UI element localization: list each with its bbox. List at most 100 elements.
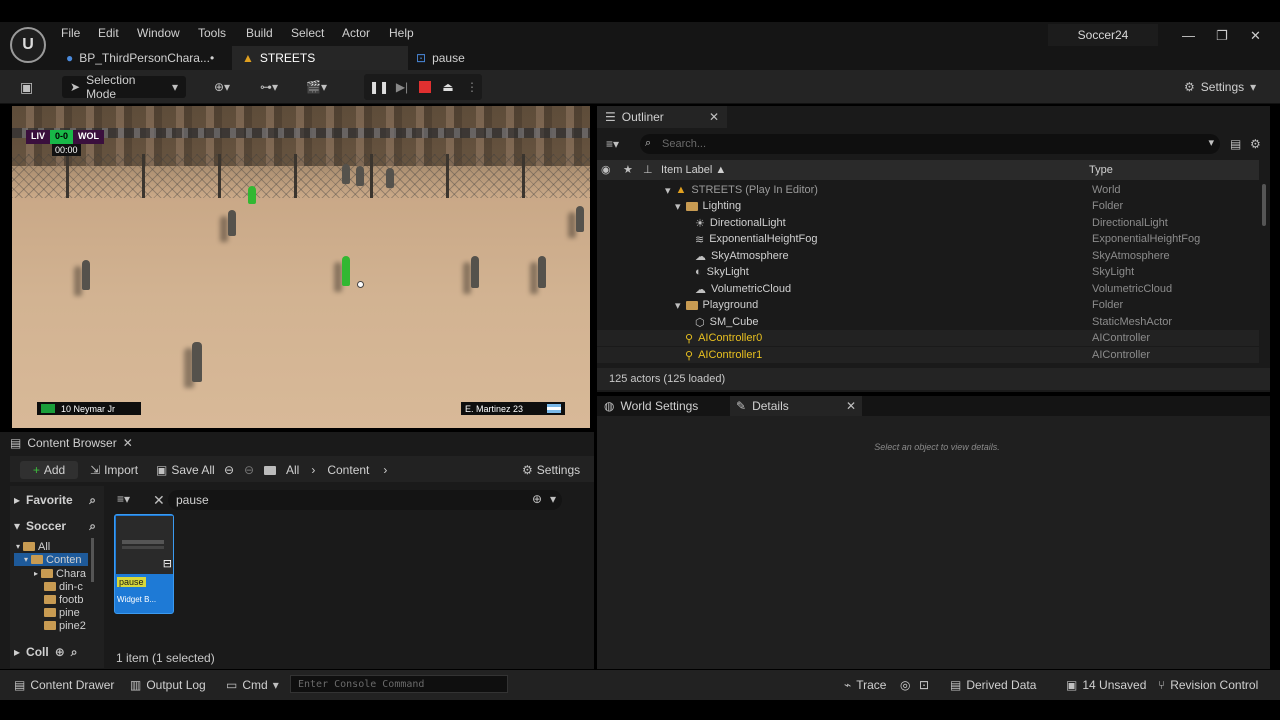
unreal-logo-icon[interactable]: U <box>10 27 46 63</box>
outliner-row[interactable]: ▾ Lighting Folder <box>597 198 1259 214</box>
menu-build[interactable]: Build <box>246 26 273 40</box>
restore-button[interactable]: ❐ <box>1216 28 1228 44</box>
tree-item-all[interactable]: ▾ All <box>16 540 88 553</box>
save-all-button[interactable]: ▣ Save All <box>156 461 215 479</box>
derived-data-button[interactable]: ▤ Derived Data <box>950 677 1036 693</box>
tree-item-folder[interactable]: din-c <box>44 580 88 593</box>
more-options-icon[interactable]: ⋮ <box>462 77 482 97</box>
menu-file[interactable]: File <box>61 26 80 40</box>
collections-header[interactable]: ▸ Coll ⊕ ⌕ <box>14 642 96 662</box>
outliner-row[interactable]: ☁ VolumetricCloud VolumetricCloud <box>597 281 1259 297</box>
settings-dropdown[interactable]: ⚙ Settings ▾ <box>1184 76 1256 98</box>
step-icon[interactable]: ▶| <box>392 77 412 97</box>
add-filter-icon[interactable]: ⊕ <box>532 492 542 506</box>
search-icon[interactable]: ⌕ <box>71 645 78 660</box>
outliner-scrollbar[interactable] <box>1262 184 1266 226</box>
tree-item-folder[interactable]: pine2 <box>44 619 88 632</box>
chevron-down-icon[interactable]: ▾ <box>1208 136 1214 149</box>
back-icon[interactable]: ⊖ <box>224 461 234 479</box>
menu-window[interactable]: Window <box>137 26 180 40</box>
outliner-row[interactable]: ⚲ AIController0 AIController <box>597 330 1259 346</box>
filter-icon[interactable]: ≡▾ <box>606 137 619 151</box>
visibility-icon[interactable]: ◉ <box>601 163 611 176</box>
tab-bp-thirdperson[interactable]: ● BP_ThirdPersonChara...• <box>56 46 224 70</box>
add-collection-icon[interactable]: ⊕ <box>55 645 65 659</box>
outliner-row[interactable]: ⚲ AIController1 AIController <box>597 347 1259 363</box>
chevron-right-icon[interactable]: › <box>383 463 387 477</box>
screenshot-icon[interactable]: ⊡ <box>919 677 929 693</box>
add-actor-button[interactable]: ⊕▾ <box>214 76 230 98</box>
outliner-row[interactable]: ▾ Playground Folder <box>597 297 1259 313</box>
menu-select[interactable]: Select <box>291 26 324 40</box>
chevron-down-icon[interactable]: ▾ <box>550 492 556 506</box>
thumbnail-bar <box>122 546 164 549</box>
tree-item-folder[interactable]: ▸ Chara <box>34 567 88 580</box>
tab-details[interactable]: ✎ Details ✕ <box>730 396 862 416</box>
outliner-row[interactable]: ☀ DirectionalLight DirectionalLight <box>597 215 1259 231</box>
tab-pause[interactable]: ⊡ pause <box>406 46 475 70</box>
trace-button[interactable]: ⌁ Trace <box>844 677 886 693</box>
menu-edit[interactable]: Edit <box>98 26 119 40</box>
outliner-row[interactable]: ☁ SkyAtmosphere SkyAtmosphere <box>597 248 1259 264</box>
stop-icon[interactable] <box>415 77 435 97</box>
tab-outliner[interactable]: ☰ Outliner ✕ <box>597 106 727 128</box>
outliner-row[interactable]: ⬡ SM_Cube StaticMeshActor <box>597 314 1259 330</box>
blueprint-button[interactable]: ⊶▾ <box>260 76 278 98</box>
close-icon[interactable]: ✕ <box>846 399 856 413</box>
save-icon[interactable]: ▣ <box>20 79 33 96</box>
column-type[interactable]: Type <box>1089 164 1113 176</box>
cb-settings-button[interactable]: ⚙ Settings <box>522 461 580 479</box>
gear-icon[interactable]: ⚙ <box>1250 137 1261 151</box>
game-viewport[interactable]: LIV 0-0 WOL 00:00 10 Neymar Jr E. Martin… <box>12 106 590 428</box>
tab-label: STREETS <box>259 51 316 65</box>
player <box>82 260 90 290</box>
tab-streets[interactable]: ▲ STREETS <box>232 46 408 70</box>
eject-icon[interactable]: ⏏ <box>438 77 458 97</box>
cinematics-button[interactable]: 🎬▾ <box>306 76 327 98</box>
tab-world-settings[interactable]: ◍ World Settings <box>598 396 726 416</box>
add-folder-icon[interactable]: ▤ <box>1230 137 1241 151</box>
unsaved-button[interactable]: ▣ 14 Unsaved <box>1066 677 1146 693</box>
favorites-header[interactable]: ▸ Favorite ⌕ <box>14 490 96 510</box>
star-icon[interactable]: ★ <box>623 163 633 176</box>
breadcrumb-all[interactable]: All <box>286 463 299 477</box>
console-input[interactable]: Enter Console Command <box>290 675 508 693</box>
clear-filter-icon[interactable]: ✕ <box>153 492 165 509</box>
blueprint-icon: ⊶▾ <box>260 80 279 94</box>
outliner-search-input[interactable]: ⌕ Search... ▾ <box>640 134 1220 154</box>
import-button[interactable]: ⇲ Import <box>90 461 138 479</box>
menu-help[interactable]: Help <box>389 26 414 40</box>
search-icon[interactable]: ⌕ <box>89 493 96 508</box>
search-icon[interactable]: ⌕ <box>89 519 96 534</box>
add-button[interactable]: + Add <box>20 461 78 479</box>
tree-item-content[interactable]: ▾ Conten <box>14 553 88 566</box>
column-item-label[interactable]: Item Label ▲ <box>661 164 726 176</box>
menu-tools[interactable]: Tools <box>198 26 226 40</box>
revision-control-button[interactable]: ⑂ Revision Control <box>1158 677 1258 693</box>
tree-scrollbar[interactable] <box>91 538 94 582</box>
tree-item-folder[interactable]: footb <box>44 593 88 606</box>
minimize-button[interactable]: — <box>1182 28 1195 43</box>
cmd-dropdown[interactable]: ▭ Cmd ▾ <box>226 677 279 693</box>
outliner-row[interactable]: ≋ ExponentialHeightFog ExponentialHeightF… <box>597 231 1259 247</box>
filter-icon[interactable]: ≡▾ <box>117 492 130 506</box>
tree-item-folder[interactable]: pine <box>44 606 88 619</box>
content-drawer-button[interactable]: ▤ Content Drawer <box>14 677 114 693</box>
gear-icon: ⚙ <box>522 463 533 477</box>
record-icon[interactable]: ◎ <box>900 677 910 693</box>
project-header[interactable]: ▾ Soccer ⌕ <box>14 516 96 536</box>
menu-actor[interactable]: Actor <box>342 26 370 40</box>
output-log-button[interactable]: ▥ Output Log <box>130 677 206 693</box>
close-window-button[interactable]: ✕ <box>1250 28 1261 44</box>
outliner-row[interactable]: ▾ ▲ STREETS (Play In Editor) World <box>597 182 1259 198</box>
pause-icon[interactable]: ❚❚ <box>369 77 389 97</box>
close-icon[interactable]: ✕ <box>123 436 133 450</box>
content-search-input[interactable]: pause ⊕ ▾ <box>168 490 562 510</box>
pin-icon[interactable]: ⊥ <box>643 163 653 176</box>
forward-icon[interactable]: ⊖ <box>244 461 254 479</box>
close-icon[interactable]: ✕ <box>709 110 719 124</box>
tab-content-browser[interactable]: ▤ Content Browser ✕ <box>10 433 133 453</box>
selection-mode-dropdown[interactable]: ➤ Selection Mode ▾ <box>62 73 186 101</box>
outliner-row[interactable]: ◐ SkyLight SkyLight <box>597 264 1259 280</box>
breadcrumb-content[interactable]: Content <box>327 463 369 477</box>
